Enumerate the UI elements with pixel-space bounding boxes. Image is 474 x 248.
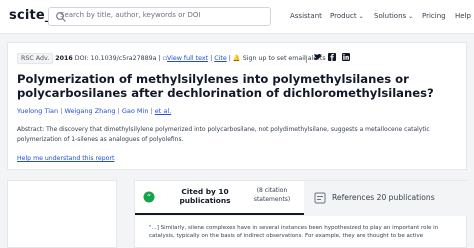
top-navigation-bar: scite_ Search by title, author, keywords… (0, 0, 474, 34)
et-al-link[interactable]: et al. (155, 107, 171, 115)
citation-statements-count: (8 citation statements) (253, 187, 291, 203)
references-label: References 20 publications (332, 193, 435, 202)
quote-icon: “ (143, 191, 155, 203)
chevron-down-icon: ⌄ (358, 13, 364, 20)
references-icon (314, 192, 326, 204)
nav-pricing[interactable]: Pricing (422, 12, 446, 20)
search-input[interactable]: Search by title, author, keywords or DOI (48, 7, 271, 26)
view-full-text-link[interactable]: View full text (167, 55, 208, 62)
nav-solutions[interactable]: Solutions ⌄ (374, 12, 413, 20)
nav-solutions-label: Solutions (374, 12, 407, 20)
search-placeholder: Search by title, author, keywords or DOI (60, 11, 201, 19)
nav-product[interactable]: Product ⌄ (330, 12, 364, 20)
meta-separator: | (158, 55, 161, 62)
social-share: | (305, 53, 351, 63)
citation-snippet: "...] Similarly, silene complexes have i… (134, 216, 467, 248)
nav-assistant[interactable]: Assistant (290, 12, 322, 20)
scite-logo[interactable]: scite_ (9, 8, 52, 23)
nav-product-label: Product (330, 12, 357, 20)
author-link[interactable]: Gao Min (122, 107, 149, 115)
paper-card: RSC Adv. 2016 DOI: 10.1039/c5ra27889a | … (7, 42, 467, 170)
doi: DOI: 10.1039/c5ra27889a (74, 55, 157, 62)
tab-cited-by[interactable]: “ Cited by 10 publications (8 citation s… (135, 181, 304, 215)
help-understand-link[interactable]: Help me understand this report (17, 155, 114, 162)
share-separator: | (305, 55, 308, 63)
cite-link[interactable]: Cite (214, 55, 227, 62)
citation-tabs: “ Cited by 10 publications (8 citation s… (134, 180, 468, 215)
bell-icon[interactable]: 🔔 (233, 55, 241, 62)
meta-separator: | (228, 55, 231, 62)
linkedin-icon[interactable] (342, 53, 351, 61)
author-list: Yuelong Tian | Weigang Zhang | Gao Min |… (17, 107, 171, 115)
cited-by-label: Cited by 10 publications (179, 187, 231, 205)
nav-help[interactable]: Help (455, 12, 471, 20)
tab-references[interactable]: References 20 publications (304, 181, 468, 215)
abstract-text: Abstract: The discovery that dimethylsil… (17, 126, 430, 143)
paper-title: Polymerization of methylsilylenes into p… (17, 72, 434, 100)
chevron-down-icon: ⌄ (408, 13, 414, 20)
publication-year: 2016 (55, 55, 73, 62)
author-link[interactable]: Weigang Zhang (64, 107, 115, 115)
journal-badge: RSC Adv. (17, 53, 54, 64)
paper-meta: RSC Adv. 2016 DOI: 10.1039/c5ra27889a | … (17, 53, 326, 64)
meta-separator: | (210, 55, 213, 62)
snippet-quote-link[interactable]: "... (149, 225, 157, 231)
author-link[interactable]: Yuelong Tian (17, 107, 58, 115)
twitter-icon[interactable] (313, 53, 322, 61)
left-panel (7, 180, 117, 248)
snippet-text: "...] Similarly, silene complexes have i… (149, 224, 463, 240)
facebook-icon[interactable] (327, 53, 336, 61)
snippet-body: ] Similarly, silene complexes have in se… (149, 225, 439, 239)
svg-text:“: “ (147, 193, 151, 202)
